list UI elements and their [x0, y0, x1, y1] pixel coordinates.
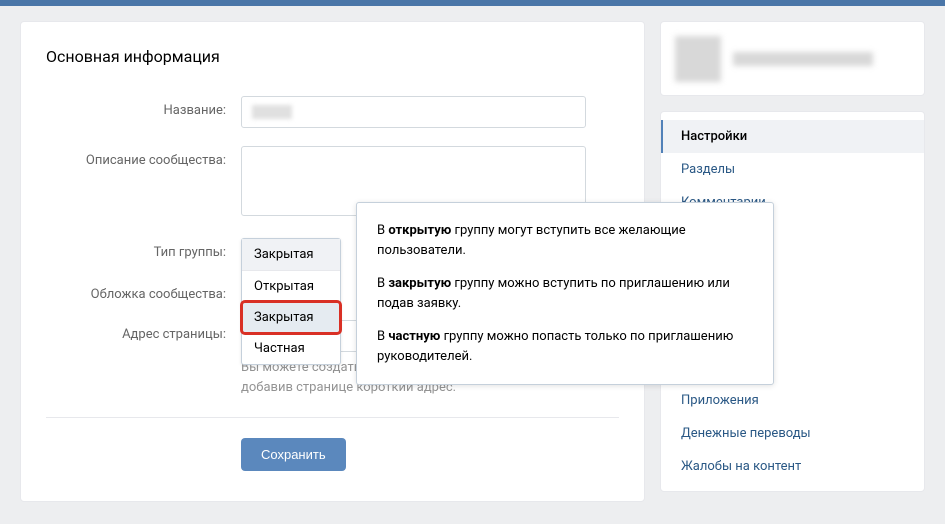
description-label: Описание сообщества:: [46, 146, 241, 168]
group-type-label: Тип группы:: [46, 238, 241, 260]
community-avatar: [675, 36, 721, 82]
main-panel: Основная информация Название: Описание с…: [20, 21, 645, 502]
group-type-tooltip: В открытую группу могут вступить все жел…: [356, 202, 774, 385]
sidebar-item-settings[interactable]: Настройки: [661, 120, 924, 153]
blurred-text: [252, 105, 292, 119]
dropdown-selected-display[interactable]: Закрытая: [242, 239, 340, 271]
sidebar-item-reports[interactable]: Жалобы на контент: [661, 450, 924, 483]
sidebar-item-transfers[interactable]: Денежные переводы: [661, 417, 924, 450]
dropdown-option-private[interactable]: Частная: [242, 333, 340, 364]
name-input[interactable]: [241, 96, 586, 128]
dropdown-option-closed[interactable]: Закрытая: [242, 302, 340, 333]
sidebar-item-sections[interactable]: Разделы: [661, 153, 924, 186]
community-name-blurred: [733, 52, 873, 66]
cover-label: Обложка сообщества:: [46, 280, 241, 302]
group-type-dropdown: Закрытая Открытая Закрытая Частная: [241, 238, 341, 365]
save-button[interactable]: Сохранить: [241, 438, 346, 471]
address-label: Адрес страницы:: [46, 320, 241, 342]
sidebar-item-apps[interactable]: Приложения: [661, 384, 924, 417]
name-label: Название:: [46, 96, 241, 118]
divider: [46, 417, 619, 418]
sidebar-header[interactable]: [660, 21, 925, 96]
dropdown-option-open[interactable]: Открытая: [242, 271, 340, 302]
page-title: Основная информация: [46, 47, 619, 66]
